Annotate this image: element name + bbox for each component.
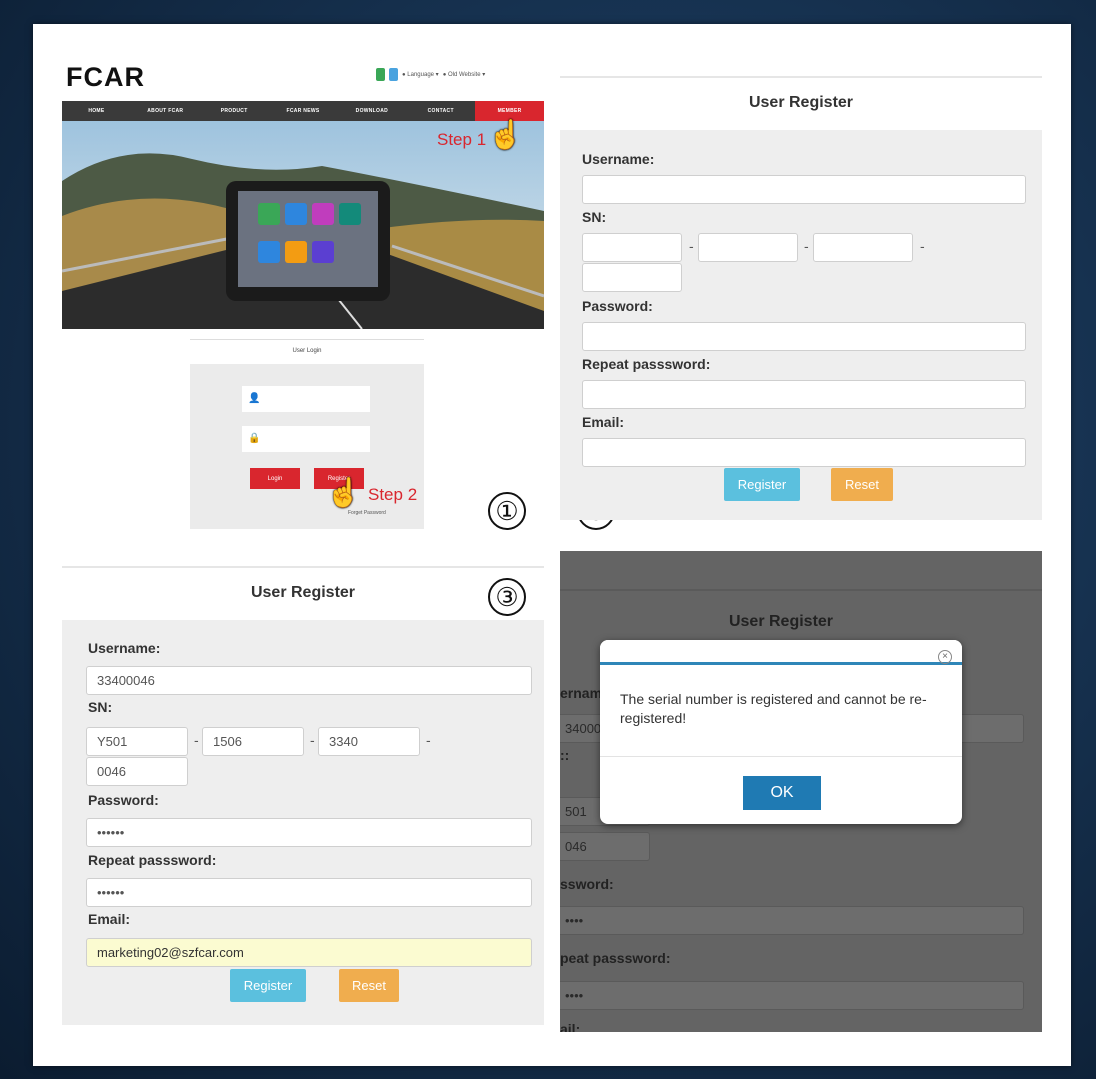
repeat-password-label: Repeat passsword:: [88, 852, 217, 868]
nav-contact[interactable]: CONTACT: [406, 101, 475, 121]
email-label: ail:: [560, 1021, 581, 1032]
sn-input-3[interactable]: [813, 233, 913, 262]
ok-button[interactable]: OK: [743, 776, 821, 810]
forgot-password-link[interactable]: Forget Password: [348, 510, 386, 516]
login-username-input[interactable]: 👤: [242, 386, 370, 412]
username-input[interactable]: [582, 175, 1026, 204]
sn-input-4: 046: [560, 832, 650, 861]
reset-button[interactable]: Reset: [339, 969, 399, 1002]
sn-label: SN:: [582, 209, 607, 225]
sn-input-2[interactable]: 1506: [202, 727, 304, 756]
nav-news[interactable]: FCAR NEWS: [269, 101, 338, 121]
close-icon[interactable]: ×: [938, 650, 952, 664]
sn-dash: -: [804, 238, 809, 254]
sn-label: ::: [560, 747, 570, 763]
nav-home[interactable]: HOME: [62, 101, 131, 121]
lock-icon: 🔒: [248, 433, 261, 444]
user-icon: 👤: [248, 393, 261, 404]
sn-input-4[interactable]: [582, 263, 682, 292]
email-label: Email:: [88, 911, 131, 927]
password-label: ssword:: [560, 876, 614, 892]
repeat-password-input[interactable]: ••••••: [86, 878, 532, 907]
password-input[interactable]: ••••••: [86, 818, 532, 847]
nav-about[interactable]: ABOUT FCAR: [131, 101, 200, 121]
password-input: ••••: [560, 906, 1024, 935]
sn-input-2[interactable]: [698, 233, 798, 262]
register-title: User Register: [728, 613, 834, 630]
marker-1: ①: [488, 492, 526, 530]
username-input[interactable]: 33400046: [86, 666, 532, 695]
register-button[interactable]: Register: [230, 969, 306, 1002]
sn-dash: -: [194, 732, 199, 748]
reset-button[interactable]: Reset: [831, 468, 893, 501]
sn-dash: -: [426, 732, 431, 748]
username-label: Username:: [582, 151, 655, 167]
register-divider: [62, 566, 544, 568]
sn-input-4[interactable]: 0046: [86, 757, 188, 786]
android-app-icon[interactable]: [376, 68, 385, 81]
sn-dash: -: [689, 238, 694, 254]
nav-product[interactable]: PRODUCT: [200, 101, 269, 121]
dialog-message: The serial number is registered and cann…: [620, 691, 927, 726]
sn-input-1[interactable]: Y501: [86, 727, 188, 756]
register-button[interactable]: Register: [724, 468, 800, 501]
password-label: Password:: [582, 298, 653, 314]
login-title: User Login: [292, 348, 322, 354]
old-website-link[interactable]: ● Old Website ▾: [443, 71, 486, 78]
error-dialog: × The serial number is registered and ca…: [600, 640, 962, 824]
repeat-password-label: Repeat passsword:: [582, 356, 711, 372]
register-title: User Register: [250, 584, 356, 601]
repeat-password-input: ••••: [560, 981, 1024, 1010]
step2-label: Step 2: [368, 485, 418, 504]
register-title: User Register: [748, 94, 854, 111]
site-header: FCAR ● Language ▾ ● Old Website ▾: [62, 62, 544, 98]
repeat-password-input[interactable]: [582, 380, 1026, 409]
header-links: ● Language ▾ ● Old Website ▾: [376, 68, 485, 81]
step1-label: Step 1: [437, 130, 487, 149]
sn-input-3[interactable]: 3340: [318, 727, 420, 756]
sn-dash: -: [920, 238, 925, 254]
sn-dash: -: [310, 732, 315, 748]
register-divider: [560, 76, 1042, 78]
login-button[interactable]: Login: [250, 468, 300, 489]
email-input[interactable]: [582, 438, 1026, 467]
username-label: ernam: [560, 685, 603, 701]
fcar-logo[interactable]: FCAR: [66, 62, 145, 93]
pointer-hand-icon: ☝: [326, 477, 361, 508]
repeat-password-label: peat passsword:: [560, 950, 671, 966]
email-label: Email:: [582, 414, 625, 430]
dialog-divider: [600, 756, 962, 757]
password-input[interactable]: [582, 322, 1026, 351]
nav-download[interactable]: DOWNLOAD: [337, 101, 406, 121]
main-nav: HOME ABOUT FCAR PRODUCT FCAR NEWS DOWNLO…: [62, 101, 545, 121]
sn-input-1[interactable]: [582, 233, 682, 262]
register-divider: [560, 589, 1042, 591]
dialog-header: [600, 640, 962, 665]
ios-app-icon[interactable]: [389, 68, 398, 81]
email-input[interactable]: marketing02@szfcar.com: [86, 938, 532, 967]
login-divider: [190, 339, 424, 340]
language-link[interactable]: ● Language ▾: [402, 71, 439, 78]
username-label: Username:: [88, 640, 161, 656]
pointer-hand-icon: ☝: [488, 119, 523, 150]
password-label: Password:: [88, 792, 159, 808]
login-password-input[interactable]: 🔒: [242, 426, 370, 452]
sn-label: SN:: [88, 699, 113, 715]
hero-banner-image: [62, 121, 544, 329]
